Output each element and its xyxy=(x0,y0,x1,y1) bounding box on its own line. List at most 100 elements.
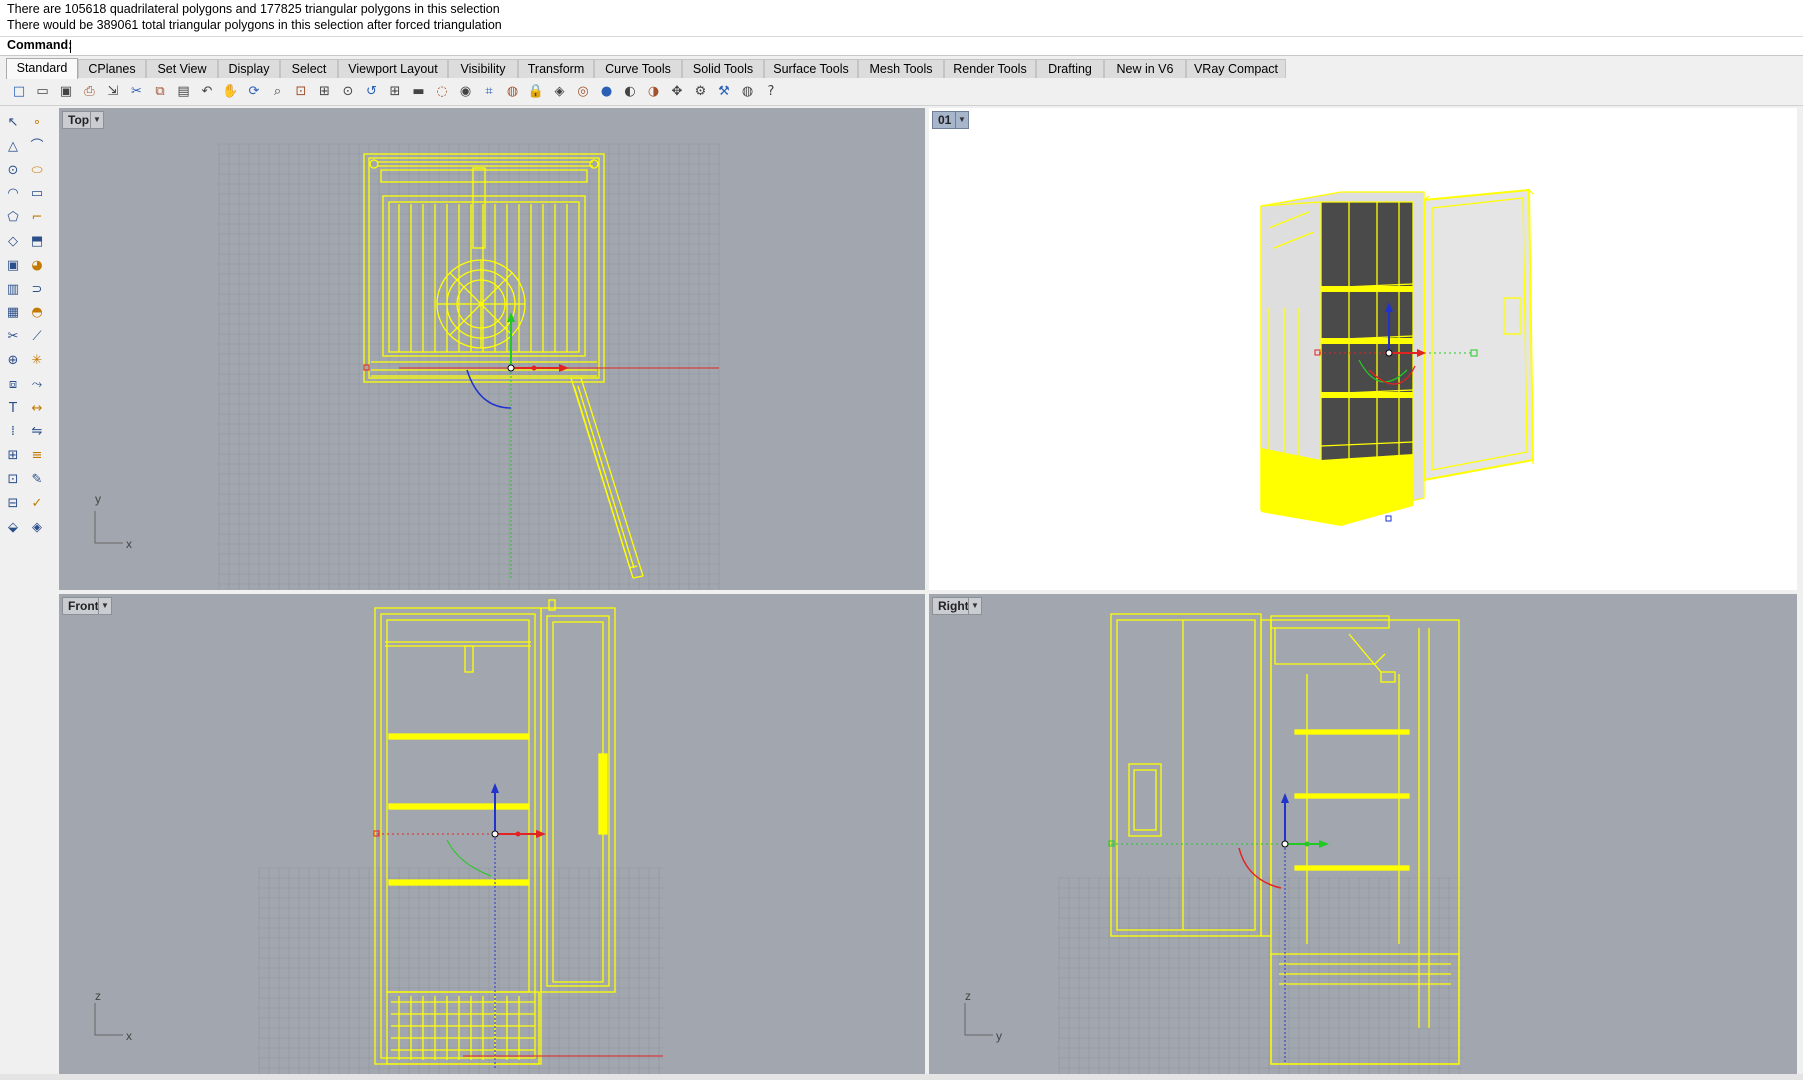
tab-display[interactable]: Display xyxy=(218,59,280,78)
history-line-1: There are 105618 quadrilateral polygons … xyxy=(7,2,500,16)
viewport-front[interactable]: z x Front ▼ xyxy=(59,594,925,1074)
mirror-icon[interactable]: ⇋ xyxy=(28,423,46,441)
cut-icon[interactable]: ✂ xyxy=(128,83,146,101)
tab-vray-compact[interactable]: VRay Compact xyxy=(1186,59,1286,78)
tab-cplanes[interactable]: CPlanes xyxy=(78,59,146,78)
tab-render-tools[interactable]: Render Tools xyxy=(944,59,1036,78)
select-arrow-icon[interactable]: ↖ xyxy=(4,114,22,132)
grid-icon[interactable]: ⊡ xyxy=(4,471,22,489)
command-line[interactable]: Command: xyxy=(0,36,1803,56)
render-tool-icon[interactable]: ◈ xyxy=(28,519,46,537)
properties-icon[interactable]: ⬙ xyxy=(4,519,22,537)
cylinder-icon[interactable]: ▥ xyxy=(4,281,22,299)
tab-visibility[interactable]: Visibility xyxy=(448,59,518,78)
zoom-icon[interactable]: ⌕ xyxy=(269,83,287,101)
boolean-icon[interactable]: ◓ xyxy=(28,304,46,322)
viewport-right[interactable]: z y Right ▼ xyxy=(929,594,1797,1074)
analyze-icon[interactable]: ✎ xyxy=(28,471,46,489)
ellipse-icon[interactable]: ⬭ xyxy=(28,162,46,180)
viewport-menu-arrow-icon[interactable]: ▼ xyxy=(968,597,982,615)
main-tool-palette: ↖ ∘ △ ⌒ ⊙ ⬭ ◠ ▭ ⬠ ⌐ ◇ ⬒ ▣ ◕ ▥ ⊃ ▦ ◓ ✂ ⟋ ⊕ ✳ ⧈ ⤳ T ↔ ⁞ ⇋ ⊞ ≡ ⊡ ✎ ⊟ ✓ ⬙ ◈ xyxy=(0,108,58,1080)
viewport-top[interactable]: y x Top ▼ xyxy=(59,108,925,590)
axis-label-x: x xyxy=(126,1029,132,1043)
polyline-icon[interactable]: △ xyxy=(4,138,22,156)
lock-icon[interactable]: 🔒 xyxy=(527,83,545,101)
circle-icon[interactable]: ⊙ xyxy=(4,162,22,180)
tab-curve-tools[interactable]: Curve Tools xyxy=(594,59,682,78)
polygon-icon[interactable]: ⬠ xyxy=(4,209,22,227)
new-icon[interactable]: □ xyxy=(10,83,28,101)
tab-set-view[interactable]: Set View xyxy=(146,59,218,78)
rectangle-icon[interactable]: ▭ xyxy=(28,185,46,203)
tab-transform[interactable]: Transform xyxy=(518,59,594,78)
tab-mesh-tools[interactable]: Mesh Tools xyxy=(858,59,944,78)
tab-standard[interactable]: Standard xyxy=(6,58,78,79)
blend-icon[interactable]: ⤳ xyxy=(28,376,46,394)
fillet-icon[interactable]: ⌐ xyxy=(28,209,46,227)
show-icon[interactable]: ◉ xyxy=(457,83,475,101)
arc-icon[interactable]: ◠ xyxy=(4,185,22,203)
materials-icon[interactable]: ◈ xyxy=(551,83,569,101)
shaded-sphere-icon[interactable]: ◑ xyxy=(645,83,663,101)
check-icon[interactable]: ✓ xyxy=(28,495,46,513)
curve-icon[interactable]: ⌒ xyxy=(28,138,46,156)
viewport-menu-arrow-icon[interactable]: ▼ xyxy=(90,111,104,129)
array-icon[interactable]: ⁞ xyxy=(4,423,22,441)
tab-surface-tools[interactable]: Surface Tools xyxy=(764,59,858,78)
render-icon[interactable]: ● xyxy=(598,83,616,101)
layer-icon[interactable]: ≡ xyxy=(28,447,46,465)
move-icon[interactable]: ✥ xyxy=(668,83,686,101)
undo-icon[interactable]: ↶ xyxy=(198,83,216,101)
zoom-window-icon[interactable]: ⊡ xyxy=(292,83,310,101)
pan-icon[interactable]: ✋ xyxy=(222,83,240,101)
color-wheel-icon[interactable]: ◎ xyxy=(574,83,592,101)
text-icon[interactable]: T xyxy=(4,400,22,418)
box-icon[interactable]: ▣ xyxy=(4,257,22,275)
settings-icon[interactable]: ⚙ xyxy=(692,83,710,101)
sphere-tool-icon[interactable]: ◕ xyxy=(28,257,46,275)
mesh-icon[interactable]: ▦ xyxy=(4,304,22,322)
tab-select[interactable]: Select xyxy=(280,59,338,78)
help-icon[interactable]: ? xyxy=(762,83,780,101)
zoom-extents-icon[interactable]: ⊞ xyxy=(316,83,334,101)
print-icon[interactable]: ⎙ xyxy=(81,83,99,101)
sphere-icon[interactable]: ◐ xyxy=(621,83,639,101)
extrude-icon[interactable]: ⬒ xyxy=(28,233,46,251)
car-icon[interactable]: ▬ xyxy=(410,83,428,101)
save-icon[interactable]: ▣ xyxy=(57,83,75,101)
split-icon[interactable]: ⟋ xyxy=(28,328,46,346)
copy-icon[interactable]: ⧉ xyxy=(151,83,169,101)
surface-icon[interactable]: ◇ xyxy=(4,233,22,251)
four-viewports-icon[interactable]: ⊞ xyxy=(386,83,404,101)
tab-viewport-layout[interactable]: Viewport Layout xyxy=(338,59,448,78)
group-icon[interactable]: ⊞ xyxy=(4,447,22,465)
trim-icon[interactable]: ✂ xyxy=(4,328,22,346)
viewport-title-perspective[interactable]: 01 xyxy=(932,111,958,129)
tab-new-in-v6[interactable]: New in V6 xyxy=(1104,59,1186,78)
paste-icon[interactable]: ▤ xyxy=(175,83,193,101)
join-icon[interactable]: ⊕ xyxy=(4,352,22,370)
offset-icon[interactable]: ⧈ xyxy=(4,376,22,394)
history-line-2: There would be 389061 total triangular p… xyxy=(7,18,502,32)
viewport-perspective[interactable]: 01 ▼ xyxy=(929,108,1797,590)
viewport-menu-arrow-icon[interactable]: ▼ xyxy=(955,111,969,129)
dimension-icon[interactable]: ↔ xyxy=(28,400,46,418)
open-icon[interactable]: ▭ xyxy=(34,83,52,101)
options-icon[interactable]: ⚒ xyxy=(715,83,733,101)
undo-view-icon[interactable]: ↺ xyxy=(363,83,381,101)
rotate-view-icon[interactable]: ⟳ xyxy=(245,83,263,101)
front-view-canvas: z x xyxy=(94,599,663,1074)
hide-icon[interactable]: ◌ xyxy=(433,83,451,101)
point-icon[interactable]: ∘ xyxy=(28,114,46,132)
explode-icon[interactable]: ✳ xyxy=(28,352,46,370)
grid-snap-icon[interactable]: ⌗ xyxy=(480,83,498,101)
pipe-icon[interactable]: ⊃ xyxy=(28,281,46,299)
tab-drafting[interactable]: Drafting xyxy=(1036,59,1104,78)
cplane-icon[interactable]: ⊟ xyxy=(4,495,22,513)
zoom-selected-icon[interactable]: ⊙ xyxy=(339,83,357,101)
light-icon[interactable]: ◍ xyxy=(504,83,522,101)
import-icon[interactable]: ⇲ xyxy=(104,83,122,101)
tab-solid-tools[interactable]: Solid Tools xyxy=(682,59,764,78)
viewport-menu-arrow-icon[interactable]: ▼ xyxy=(98,597,112,615)
globe-icon[interactable]: ◍ xyxy=(739,83,757,101)
